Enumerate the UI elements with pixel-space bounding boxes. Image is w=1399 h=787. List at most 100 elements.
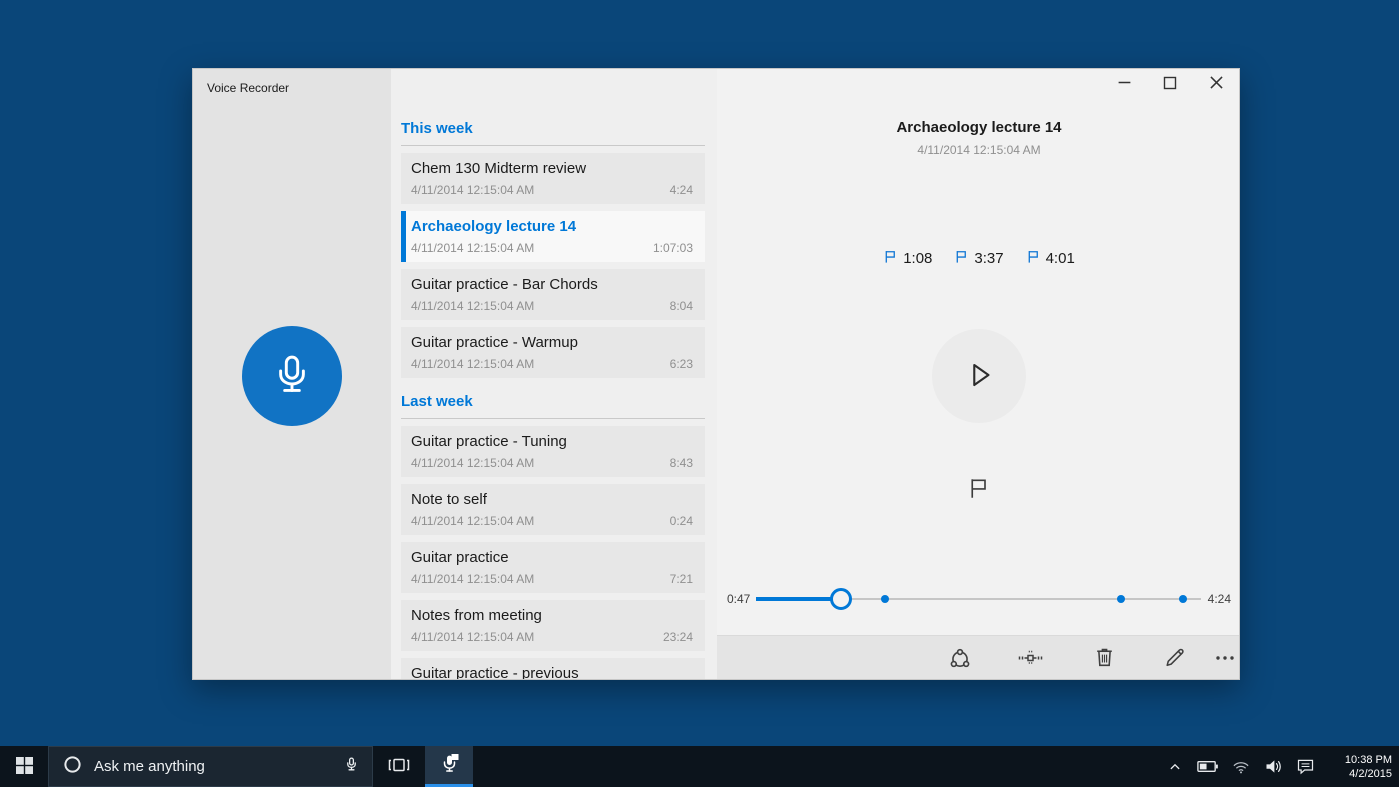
minimize-icon bbox=[1117, 76, 1132, 92]
recording-date: 4/11/2014 12:15:04 AM bbox=[411, 356, 534, 372]
taskbar-clock[interactable]: 10:38 PM 4/2/2015 bbox=[1320, 746, 1392, 787]
recording-duration: 8:43 bbox=[670, 455, 693, 471]
microphone-icon bbox=[266, 349, 318, 404]
trash-icon bbox=[1092, 645, 1117, 673]
minimize-button[interactable] bbox=[1101, 69, 1147, 99]
recording-duration: 7:21 bbox=[670, 571, 693, 587]
caption-controls bbox=[1101, 69, 1239, 99]
recording-title: Archaeology lecture 14 bbox=[411, 216, 693, 238]
flag-icon bbox=[967, 476, 991, 503]
seek-slider[interactable] bbox=[756, 588, 1201, 610]
list-item[interactable]: Notes from meeting 4/11/2014 12:15:04 AM… bbox=[401, 600, 705, 651]
tray-volume-icon[interactable] bbox=[1258, 746, 1288, 787]
recording-date: 4/11/2014 12:15:04 AM bbox=[411, 298, 534, 314]
marker-dot bbox=[1179, 595, 1187, 603]
search-mic-icon[interactable] bbox=[343, 755, 360, 779]
voice-recorder-window: Voice Recorder This week Chem 130 Midter… bbox=[192, 68, 1240, 680]
slider-fill bbox=[756, 597, 841, 601]
taskbar: Ask me anything bbox=[0, 746, 1399, 787]
record-panel: Voice Recorder bbox=[193, 69, 391, 679]
taskbar-voice-recorder-button[interactable] bbox=[425, 746, 473, 787]
marker-time: 3:37 bbox=[974, 250, 1003, 267]
trim-icon bbox=[1017, 646, 1044, 673]
player-title: Archaeology lecture 14 bbox=[717, 119, 1240, 136]
recording-title: Note to self bbox=[411, 489, 693, 511]
tray-battery-icon[interactable] bbox=[1192, 746, 1222, 787]
marker-chip[interactable]: 1:08 bbox=[883, 249, 932, 268]
rename-button[interactable] bbox=[1159, 644, 1189, 674]
search-placeholder: Ask me anything bbox=[94, 758, 343, 775]
elapsed-time: 0:47 bbox=[727, 592, 750, 606]
recording-title: Guitar practice bbox=[411, 547, 693, 569]
group-header-this-week: This week bbox=[401, 119, 705, 139]
marker-dot bbox=[1117, 595, 1125, 603]
voice-recorder-app-icon bbox=[437, 752, 461, 779]
trim-button[interactable] bbox=[1015, 644, 1045, 674]
recording-duration: 8:04 bbox=[670, 298, 693, 314]
recording-date: 4/11/2014 12:15:04 AM bbox=[411, 571, 534, 587]
windows-logo-icon bbox=[16, 757, 33, 777]
pencil-icon bbox=[1162, 645, 1187, 673]
total-time: 4:24 bbox=[1208, 592, 1231, 606]
tray-wifi-icon[interactable] bbox=[1226, 746, 1256, 787]
recording-title: Guitar practice - previous bbox=[411, 663, 693, 680]
recording-date: 4/11/2014 12:15:04 AM bbox=[411, 513, 534, 529]
recording-title: Notes from meeting bbox=[411, 605, 693, 627]
delete-button[interactable] bbox=[1089, 644, 1119, 674]
cortana-icon bbox=[63, 755, 82, 779]
slider-thumb[interactable] bbox=[830, 588, 852, 610]
flag-icon bbox=[954, 249, 969, 268]
close-icon bbox=[1209, 75, 1224, 93]
share-icon bbox=[947, 645, 973, 674]
list-item[interactable]: Note to self 4/11/2014 12:15:04 AM 0:24 bbox=[401, 484, 705, 535]
close-button[interactable] bbox=[1193, 69, 1239, 99]
marker-time: 4:01 bbox=[1046, 250, 1075, 267]
record-button[interactable] bbox=[242, 326, 342, 426]
marker-chip[interactable]: 3:37 bbox=[954, 249, 1003, 268]
recording-date: 4/11/2014 12:15:04 AM bbox=[411, 455, 534, 471]
play-icon bbox=[958, 354, 1000, 399]
maximize-icon bbox=[1163, 76, 1177, 93]
more-button[interactable] bbox=[1210, 644, 1240, 674]
player-panel: Archaeology lecture 14 4/11/2014 12:15:0… bbox=[717, 69, 1240, 679]
recordings-list: This week Chem 130 Midterm review 4/11/2… bbox=[391, 69, 717, 679]
flag-icon bbox=[1026, 249, 1041, 268]
add-marker-button[interactable] bbox=[961, 471, 997, 507]
search-box[interactable]: Ask me anything bbox=[48, 746, 373, 787]
list-item[interactable]: Guitar practice - previous bbox=[401, 658, 705, 680]
recording-duration: 6:23 bbox=[670, 356, 693, 372]
flag-icon bbox=[883, 249, 898, 268]
task-view-icon bbox=[387, 754, 411, 779]
list-item[interactable]: Guitar practice - Tuning 4/11/2014 12:15… bbox=[401, 426, 705, 477]
group-header-last-week: Last week bbox=[401, 392, 705, 412]
recording-duration: 1:07:03 bbox=[653, 240, 693, 256]
clock-date: 4/2/2015 bbox=[1349, 767, 1392, 781]
window-title: Voice Recorder bbox=[207, 81, 289, 95]
play-button[interactable] bbox=[932, 329, 1026, 423]
marker-dot bbox=[881, 595, 889, 603]
marker-chip[interactable]: 4:01 bbox=[1026, 249, 1075, 268]
tray-chevron-up-icon[interactable] bbox=[1160, 746, 1190, 787]
player-date: 4/11/2014 12:15:04 AM bbox=[717, 143, 1240, 157]
marker-time: 1:08 bbox=[903, 250, 932, 267]
list-item-selected[interactable]: Archaeology lecture 14 4/11/2014 12:15:0… bbox=[401, 211, 705, 262]
list-item[interactable]: Guitar practice - Bar Chords 4/11/2014 1… bbox=[401, 269, 705, 320]
start-button[interactable] bbox=[0, 746, 48, 787]
recording-duration: 0:24 bbox=[670, 513, 693, 529]
recording-title: Guitar practice - Warmup bbox=[411, 332, 693, 354]
player-toolbar bbox=[717, 635, 1240, 680]
share-button[interactable] bbox=[945, 644, 975, 674]
maximize-button[interactable] bbox=[1147, 69, 1193, 99]
recording-duration: 23:24 bbox=[663, 629, 693, 645]
recording-date: 4/11/2014 12:15:04 AM bbox=[411, 182, 534, 198]
task-view-button[interactable] bbox=[373, 746, 425, 787]
recording-date: 4/11/2014 12:15:04 AM bbox=[411, 629, 534, 645]
list-item[interactable]: Chem 130 Midterm review 4/11/2014 12:15:… bbox=[401, 153, 705, 204]
divider bbox=[401, 145, 705, 146]
tray-action-center-icon[interactable] bbox=[1290, 746, 1320, 787]
list-item[interactable]: Guitar practice - Warmup 4/11/2014 12:15… bbox=[401, 327, 705, 378]
recording-title: Guitar practice - Bar Chords bbox=[411, 274, 693, 296]
recording-title: Guitar practice - Tuning bbox=[411, 431, 693, 453]
list-item[interactable]: Guitar practice 4/11/2014 12:15:04 AM 7:… bbox=[401, 542, 705, 593]
divider bbox=[401, 418, 705, 419]
